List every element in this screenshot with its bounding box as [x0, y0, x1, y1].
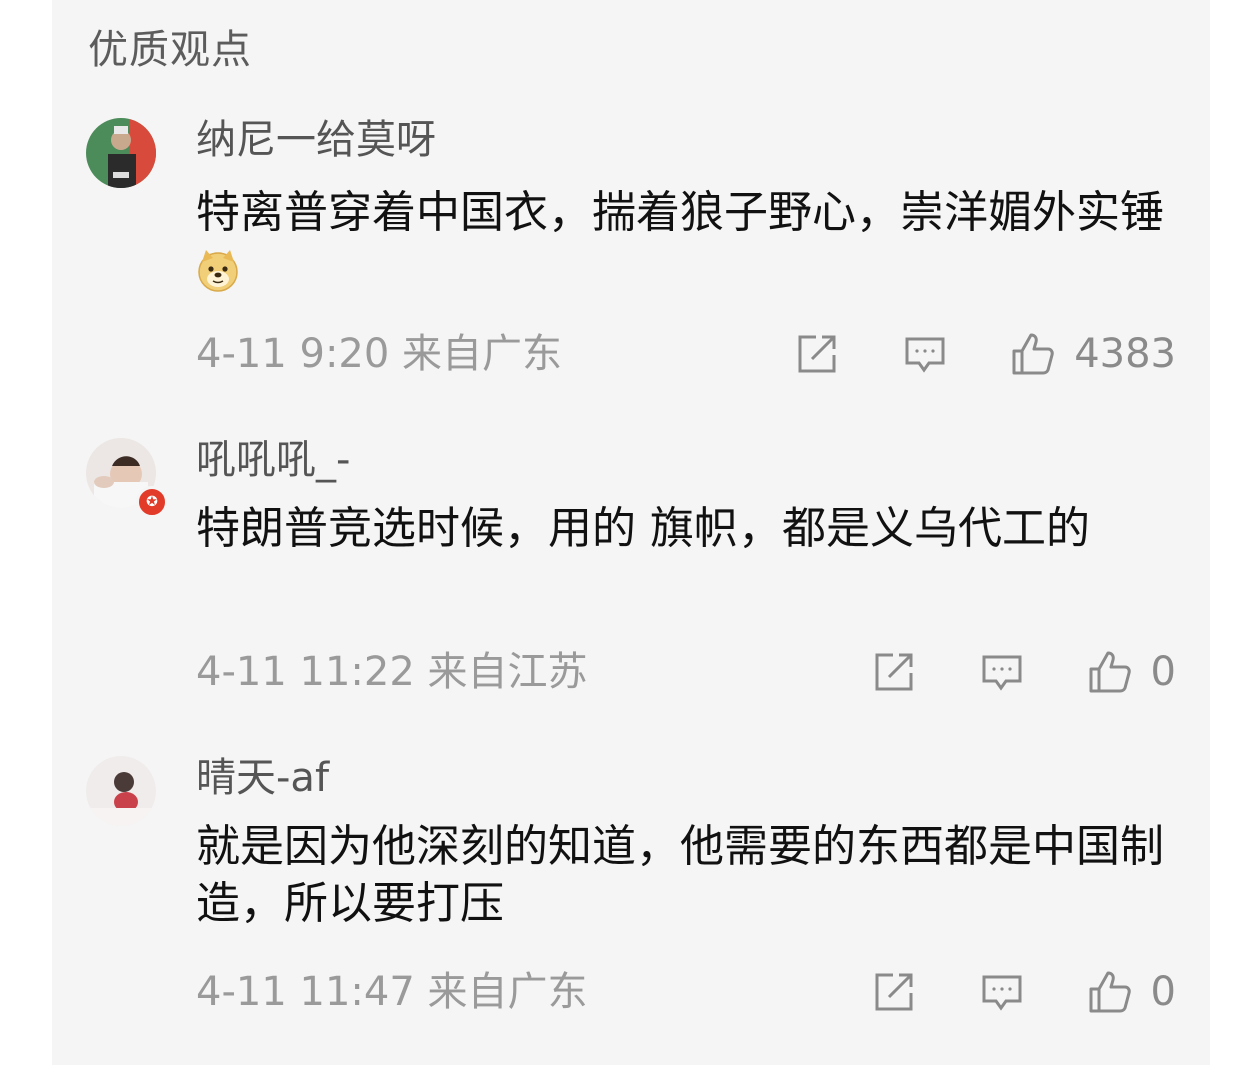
thumbs-up-icon[interactable] [1087, 969, 1133, 1015]
thumbs-up-icon[interactable] [1010, 331, 1056, 377]
comment-icon[interactable] [979, 649, 1025, 695]
comment-username[interactable]: 晴天-af [196, 752, 329, 804]
avatar[interactable] [86, 756, 156, 826]
comment-meta: 4-11 9:20 来自广东 4383 [196, 328, 1176, 380]
comment-meta: 4-11 11:47 来自广东 0 [196, 966, 1176, 1018]
comment-content: 特离普穿着中国衣，揣着狼子野心，崇洋媚外实锤 [196, 184, 1186, 298]
share-icon[interactable] [871, 969, 917, 1015]
comment-content: 就是因为他深刻的知道，他需要的东西都是中国制造，所以要打压 [196, 821, 1164, 929]
comment-actions: 0 [871, 646, 1176, 698]
like-count: 0 [1150, 969, 1176, 1015]
section-title: 优质观点 [88, 27, 252, 73]
comment-timestamp: 4-11 11:47 来自广东 [196, 969, 588, 1015]
comment-actions: 4383 [794, 328, 1176, 380]
avatar[interactable] [86, 118, 156, 188]
comment-timestamp: 4-11 9:20 来自广东 [196, 331, 563, 377]
comment-username[interactable]: 纳尼一给莫呀 [196, 114, 436, 166]
share-icon[interactable] [871, 649, 917, 695]
doge-emoji-icon [196, 248, 240, 292]
like-count: 0 [1150, 649, 1176, 695]
comment-username[interactable]: 吼吼吼_- [196, 434, 350, 486]
comment-meta: 4-11 11:22 来自江苏 0 [196, 646, 1176, 698]
share-icon[interactable] [794, 331, 840, 377]
thumbs-up-icon[interactable] [1087, 649, 1133, 695]
comment-icon[interactable] [902, 331, 948, 377]
like-count: 4383 [1074, 331, 1176, 377]
comment-timestamp: 4-11 11:22 来自江苏 [196, 649, 588, 695]
comment-actions: 0 [871, 966, 1176, 1018]
comment-icon[interactable] [979, 969, 1025, 1015]
comment-content: 特朗普竞选时候，用的 旗帜，都是义乌代工的 [196, 503, 1090, 554]
comment-text: 特离普穿着中国衣，揣着狼子野心，崇洋媚外实锤 [196, 187, 1164, 238]
vip-badge-icon: ✪ [136, 486, 168, 518]
